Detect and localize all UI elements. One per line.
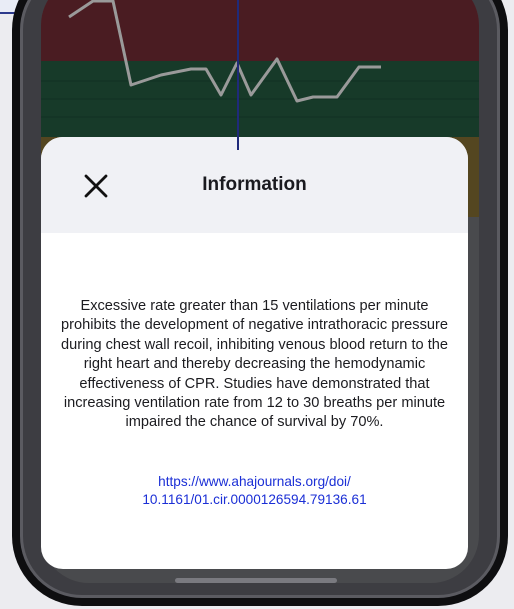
modal-body-text: Excessive rate greater than 15 ventilati… (61, 298, 448, 431)
information-modal: Information Excessive rate greater than … (41, 137, 468, 569)
home-indicator (175, 578, 337, 583)
reference-link[interactable]: https://www.ahajournals.org/doi/10.1161/… (81, 473, 428, 509)
close-icon (84, 174, 108, 198)
trace-line (68, 0, 381, 103)
callout-line (237, 0, 239, 150)
close-button[interactable] (83, 173, 109, 199)
